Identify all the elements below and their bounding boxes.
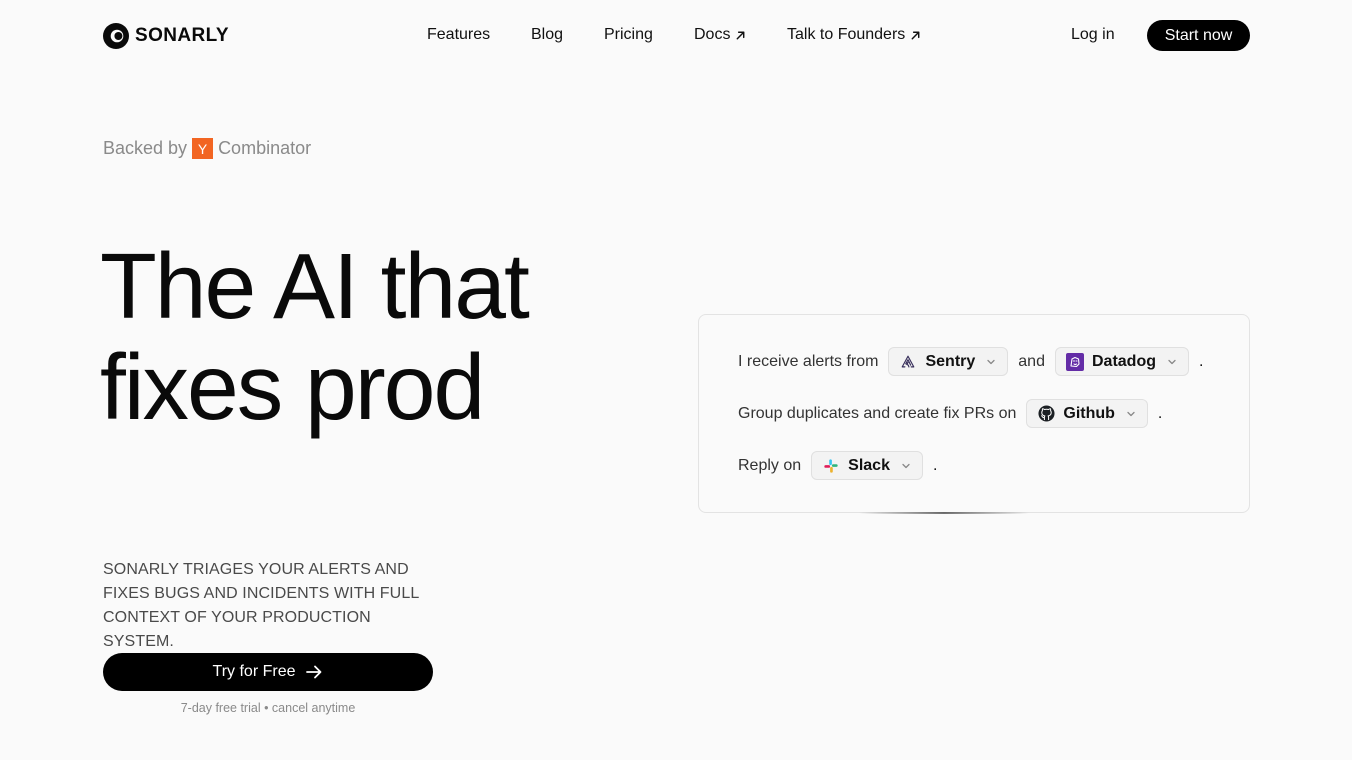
nav-pricing-label: Pricing [604, 26, 653, 43]
integration-config-card: I receive alerts from Sentry and Datadog… [698, 314, 1250, 514]
try-for-free-label: Try for Free [212, 663, 296, 680]
login-link[interactable]: Log in [1071, 26, 1115, 44]
nav-blog[interactable]: Blog [531, 26, 563, 44]
reply-text: Reply on [738, 456, 802, 474]
subtext-line: FIXES BUGS AND INCIDENTS WITH FULL [103, 585, 420, 602]
alerts-source-text: I receive alerts from [738, 352, 879, 370]
sonarly-logo-icon [103, 23, 129, 49]
slack-label: Slack [848, 456, 890, 474]
chevron-down-icon [1127, 411, 1135, 416]
row-end-period: . [1198, 352, 1204, 370]
slack-icon [822, 457, 840, 475]
nav-features-label: Features [427, 26, 491, 43]
datadog-dropdown[interactable]: Datadog [1054, 347, 1189, 376]
logo-text: SONARLY [135, 25, 229, 46]
nav-features[interactable]: Features [427, 26, 490, 44]
sentry-dropdown[interactable]: Sentry [888, 347, 1009, 376]
external-link-arrow-icon [911, 31, 920, 39]
chevron-down-icon [1168, 359, 1176, 364]
datadog-icon [1065, 352, 1084, 371]
nav-pricing[interactable]: Pricing [604, 26, 653, 44]
github-icon [1037, 405, 1055, 423]
hero-headline: The AI that fixes prod [100, 234, 530, 439]
nav-talk-to-founders-label: Talk to Founders [787, 26, 906, 43]
fix-prs-text: Group duplicates and create fix PRs on [738, 404, 1017, 422]
external-link-arrow-icon [737, 31, 745, 39]
start-now-button[interactable]: Start now [1147, 20, 1250, 51]
logo[interactable]: SONARLY [103, 23, 229, 49]
sentry-label: Sentry [925, 352, 976, 370]
y-combinator-logo-icon: Y [192, 138, 214, 159]
backed-by-yc[interactable]: Backed by Y Combinator [103, 138, 311, 159]
headline-line-2: fixes prod [100, 335, 485, 439]
alerts-source-row: I receive alerts from Sentry and Datadog… [738, 347, 1203, 376]
sentry-icon [899, 353, 917, 371]
subtext-line: SONARLY TRIAGES YOUR ALERTS AND [103, 561, 409, 578]
chevron-down-icon [987, 359, 995, 364]
headline-line-1: The AI that [100, 234, 530, 338]
arrow-right-icon [306, 665, 322, 679]
slack-dropdown[interactable]: Slack [811, 451, 923, 480]
chevron-down-icon [902, 463, 910, 468]
datadog-label: Datadog [1091, 352, 1156, 370]
reply-row: Reply on Slack . [738, 451, 937, 480]
github-dropdown[interactable]: Github [1026, 399, 1148, 428]
fix-prs-row: Group duplicates and create fix PRs on G… [738, 399, 1162, 428]
backed-suffix: Combinator [218, 138, 312, 158]
card-bottom-glow [859, 512, 1029, 514]
subtext-line: CONTEXT OF YOUR PRODUCTION SYSTEM. [103, 609, 371, 650]
nav-blog-label: Blog [531, 26, 564, 43]
nav-talk-to-founders[interactable]: Talk to Founders [787, 26, 921, 44]
nav-docs-label: Docs [694, 26, 731, 43]
trial-note: 7-day free trial • cancel anytime [180, 701, 356, 715]
try-for-free-button[interactable]: Try for Free [103, 653, 433, 691]
nav-docs[interactable]: Docs [694, 26, 746, 44]
backed-prefix: Backed by [103, 138, 188, 158]
row-end-period: . [1157, 404, 1163, 422]
hero-subtext: SONARLY TRIAGES YOUR ALERTS AND FIXES BU… [103, 558, 443, 654]
row-end-period: . [932, 456, 938, 474]
github-label: Github [1063, 404, 1115, 422]
and-text: and [1018, 352, 1045, 370]
